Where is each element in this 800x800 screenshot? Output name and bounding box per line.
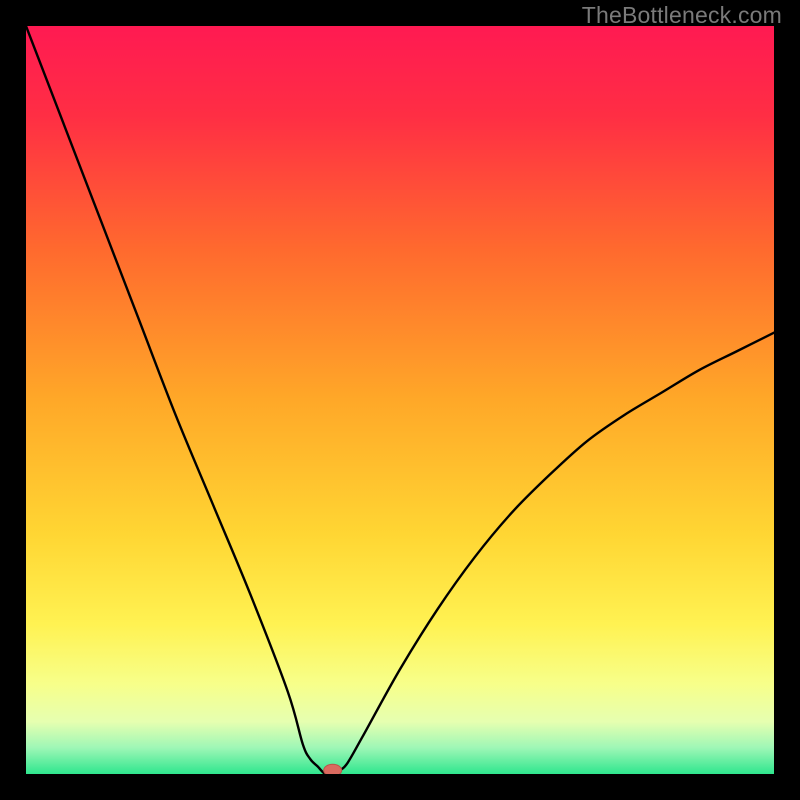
chart-frame: TheBottleneck.com <box>0 0 800 800</box>
plot-area <box>26 26 774 774</box>
optimum-marker <box>324 764 342 774</box>
gradient-background <box>26 26 774 774</box>
bottleneck-chart <box>26 26 774 774</box>
watermark-label: TheBottleneck.com <box>582 2 782 29</box>
